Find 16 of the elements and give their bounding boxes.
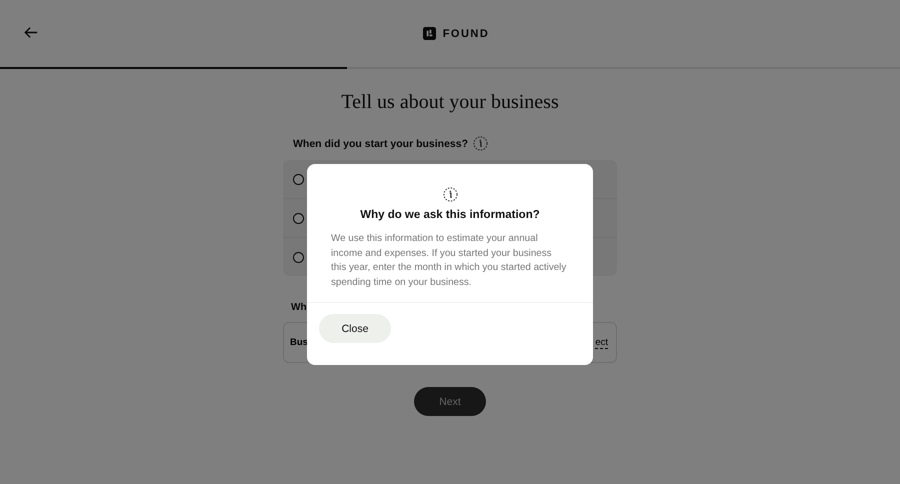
question-label: When did you start your business? xyxy=(293,138,468,150)
info-icon[interactable] xyxy=(473,136,488,151)
back-arrow-icon[interactable] xyxy=(24,26,38,39)
brand-name: FOUND xyxy=(442,28,490,40)
radio-button[interactable] xyxy=(293,252,304,262)
info-icon xyxy=(442,187,458,202)
radio-button[interactable] xyxy=(293,212,304,224)
dialog-text: We use this information to estimate your annual income and expenses. If you started your business this year, enter the month in which you started actively spending time on your business. xyxy=(331,232,568,290)
question-label: Wh xyxy=(291,302,307,313)
close-button[interactable]: Close xyxy=(319,314,391,343)
field-text: Bus xyxy=(290,337,308,348)
logo-icon xyxy=(422,27,436,40)
select-link[interactable]: ect xyxy=(595,336,608,348)
radio-button[interactable] xyxy=(293,174,304,184)
page-title: Tell us about your business xyxy=(340,91,560,114)
dialog-title: Why do we ask this information? xyxy=(360,209,540,221)
